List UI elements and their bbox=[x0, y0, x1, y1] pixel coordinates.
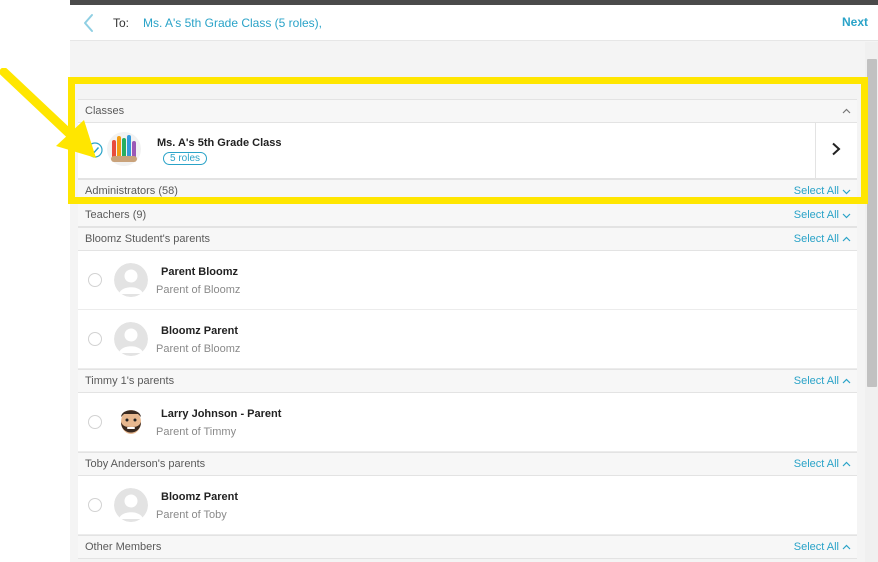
next-button[interactable]: Next bbox=[842, 15, 868, 29]
member-row[interactable]: Bloomz Parent Parent of Toby bbox=[78, 476, 857, 535]
chevron-down-icon[interactable] bbox=[842, 211, 851, 220]
screen: To: Ms. A's 5th Grade Class (5 roles), N… bbox=[0, 0, 878, 562]
section-title: Other Members bbox=[85, 541, 162, 553]
member-relation: Parent of Bloomz bbox=[156, 343, 241, 355]
section-title: Timmy 1's parents bbox=[85, 375, 175, 387]
section-title: Bloomz Student's parents bbox=[85, 233, 211, 245]
select-radio[interactable] bbox=[88, 273, 102, 287]
chevron-up-icon[interactable] bbox=[842, 235, 851, 244]
chevron-up-icon[interactable] bbox=[842, 460, 851, 469]
chevron-left-icon bbox=[84, 14, 93, 32]
member-name: Larry Johnson - Parent bbox=[161, 408, 282, 420]
recipient-field[interactable]: Ms. A's 5th Grade Class (5 roles), bbox=[143, 16, 322, 30]
select-all-link[interactable]: Select All bbox=[794, 375, 839, 387]
bearded-man-avatar-icon bbox=[114, 405, 148, 439]
highlight-box bbox=[68, 77, 868, 204]
chevron-up-icon[interactable] bbox=[842, 377, 851, 386]
back-button[interactable] bbox=[80, 12, 98, 34]
select-radio[interactable] bbox=[88, 332, 102, 346]
section-group[interactable]: Timmy 1's parents Select All bbox=[78, 369, 857, 393]
default-avatar-icon bbox=[114, 263, 148, 297]
section-title: Toby Anderson's parents bbox=[85, 458, 206, 470]
select-all-link[interactable]: Select All bbox=[794, 541, 839, 553]
to-label: To: bbox=[113, 16, 130, 30]
select-radio[interactable] bbox=[88, 415, 102, 429]
member-name: Parent Bloomz bbox=[161, 266, 239, 278]
member-relation: Parent of Timmy bbox=[156, 426, 237, 438]
member-relation: Parent of Toby bbox=[156, 509, 227, 521]
member-row[interactable]: Larry Johnson - Parent Parent of Timmy bbox=[78, 393, 857, 452]
member-name: Bloomz Parent bbox=[161, 325, 239, 337]
section-group[interactable]: Bloomz Student's parents Select All bbox=[78, 227, 857, 251]
section-other-members[interactable]: Other Members Select All bbox=[78, 535, 857, 559]
select-radio[interactable] bbox=[88, 498, 102, 512]
recipient-header: To: Ms. A's 5th Grade Class (5 roles), N… bbox=[70, 5, 878, 41]
chevron-up-icon[interactable] bbox=[842, 543, 851, 552]
member-relation: Parent of Bloomz bbox=[156, 284, 241, 296]
default-avatar-icon bbox=[114, 322, 148, 356]
member-row[interactable]: Bloomz Parent Parent of Bloomz bbox=[78, 310, 857, 369]
annotation-arrow-icon bbox=[0, 68, 96, 158]
member-row[interactable]: Parent Bloomz Parent of Bloomz bbox=[78, 251, 857, 310]
section-title: Teachers (9) bbox=[85, 209, 147, 221]
scrollbar-thumb[interactable] bbox=[867, 59, 877, 387]
section-teachers[interactable]: Teachers (9) Select All bbox=[78, 203, 857, 227]
default-avatar-icon bbox=[114, 488, 148, 522]
select-all-link[interactable]: Select All bbox=[794, 233, 839, 245]
select-all-link[interactable]: Select All bbox=[794, 209, 839, 221]
member-name: Bloomz Parent bbox=[161, 491, 239, 503]
section-group[interactable]: Toby Anderson's parents Select All bbox=[78, 452, 857, 476]
select-all-link[interactable]: Select All bbox=[794, 458, 839, 470]
